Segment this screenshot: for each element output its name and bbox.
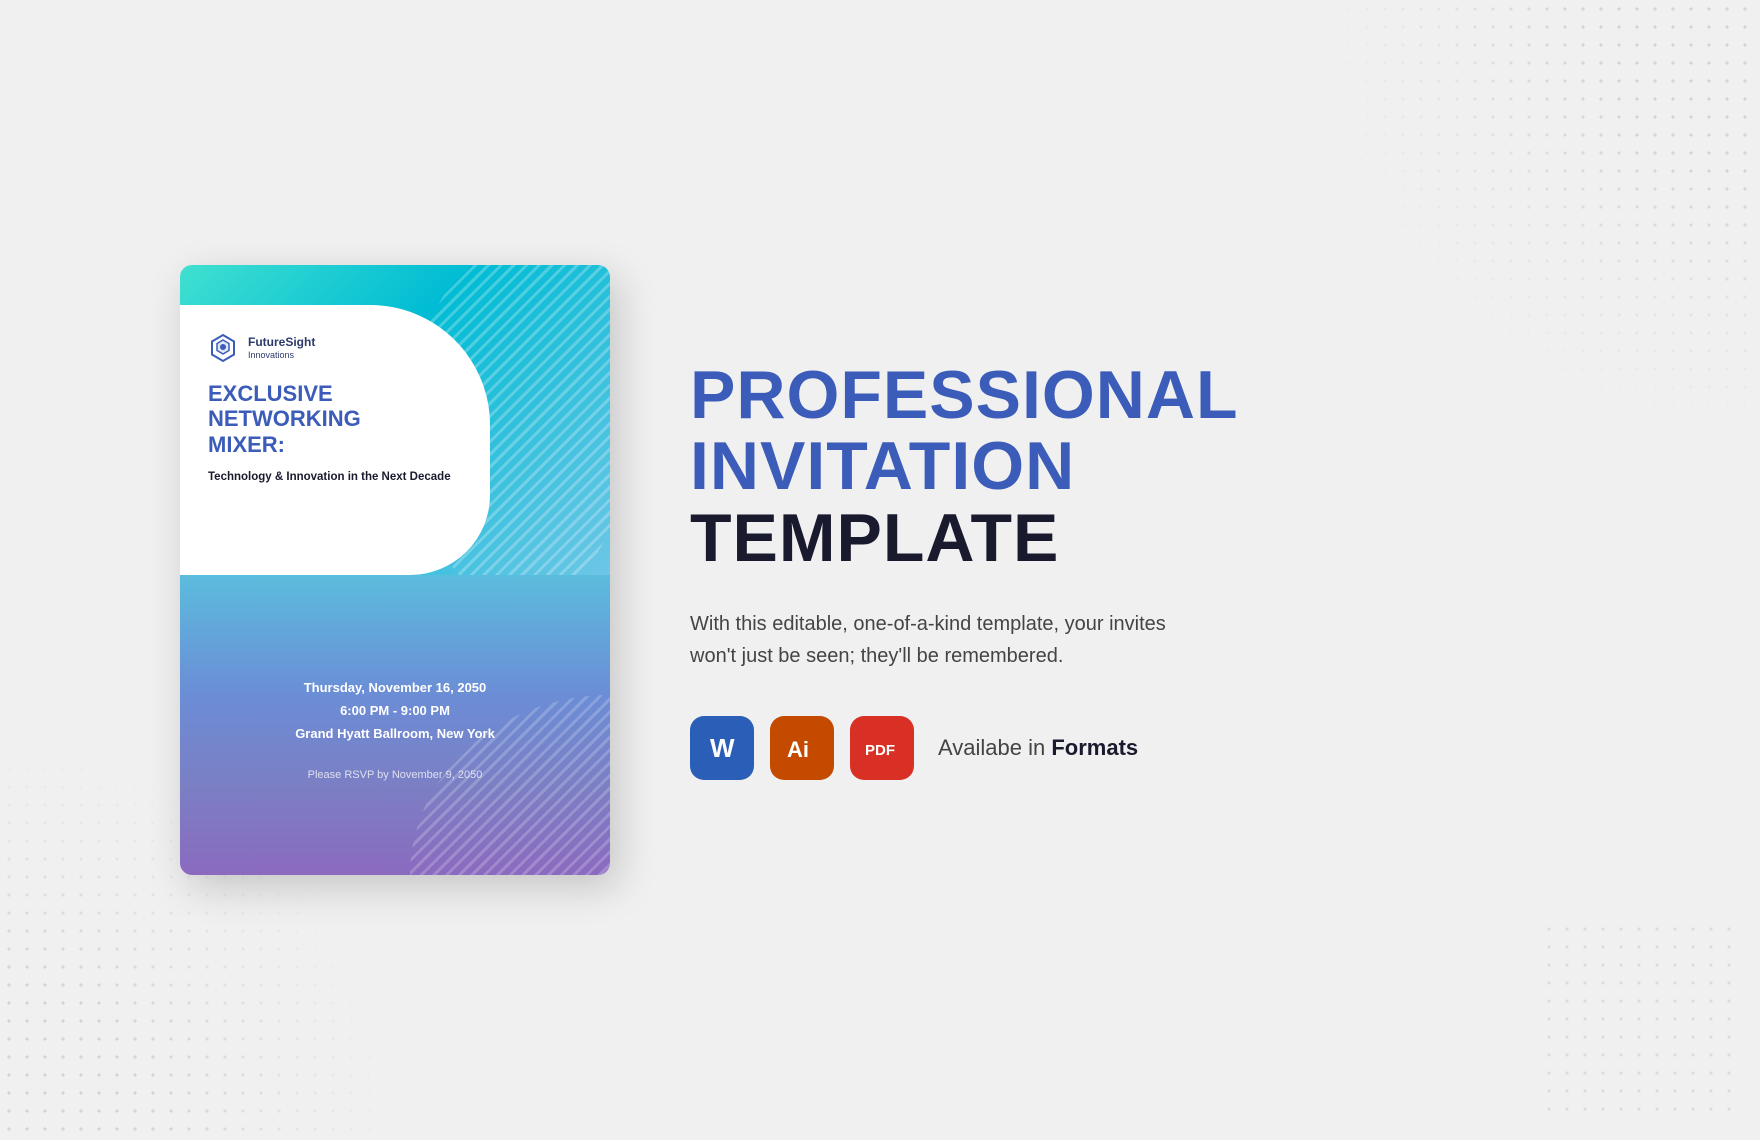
invitation-card: FutureSight Innovations EXCLUSIVENETWORK… xyxy=(180,265,610,875)
card-bottom: Thursday, November 16, 2050 6:00 PM - 9:… xyxy=(180,575,610,875)
card-bottom-decorative-lines xyxy=(410,695,610,875)
event-date: Thursday, November 16, 2050 xyxy=(304,680,487,695)
logo-hex-icon xyxy=(208,333,238,363)
event-venue: Grand Hyatt Ballroom, New York xyxy=(295,726,495,741)
logo-text-block: FutureSight Innovations xyxy=(248,335,315,360)
event-title: EXCLUSIVENETWORKINGMIXER: xyxy=(208,381,460,457)
logo-subtitle: Innovations xyxy=(248,350,315,361)
event-subtitle: Technology & Innovation in the Next Deca… xyxy=(208,469,460,486)
formats-label-plain: Availabe in xyxy=(938,735,1051,760)
logo-name: FutureSight xyxy=(248,335,315,349)
main-title: PROFESSIONAL INVITATION TEMPLATE xyxy=(690,360,1580,574)
ai-format-icon: Ai xyxy=(770,716,834,780)
word-format-icon: W xyxy=(690,716,754,780)
main-container: FutureSight Innovations EXCLUSIVENETWORK… xyxy=(180,265,1580,875)
title-line-template: TEMPLATE xyxy=(690,503,1580,574)
svg-text:PDF: PDF xyxy=(865,742,895,759)
card-top: FutureSight Innovations EXCLUSIVENETWORK… xyxy=(180,265,610,575)
pdf-format-icon: PDF xyxy=(850,716,914,780)
formats-row: W Ai PDF Availabe in Formats xyxy=(690,716,1580,780)
card-white-content: FutureSight Innovations EXCLUSIVENETWORK… xyxy=(180,305,490,575)
event-time: 6:00 PM - 9:00 PM xyxy=(340,703,450,718)
formats-label-bold: Formats xyxy=(1051,735,1138,760)
svg-text:Ai: Ai xyxy=(787,737,809,762)
formats-label: Availabe in Formats xyxy=(938,735,1138,761)
title-line-professional: PROFESSIONAL xyxy=(690,360,1580,431)
title-line-invitation: INVITATION xyxy=(690,431,1580,502)
description-text: With this editable, one-of-a-kind templa… xyxy=(690,608,1210,672)
svg-text:W: W xyxy=(710,733,735,763)
dot-pattern-bottom-right xyxy=(1540,920,1740,1120)
logo-area: FutureSight Innovations xyxy=(208,333,460,363)
right-content: PROFESSIONAL INVITATION TEMPLATE With th… xyxy=(690,360,1580,780)
